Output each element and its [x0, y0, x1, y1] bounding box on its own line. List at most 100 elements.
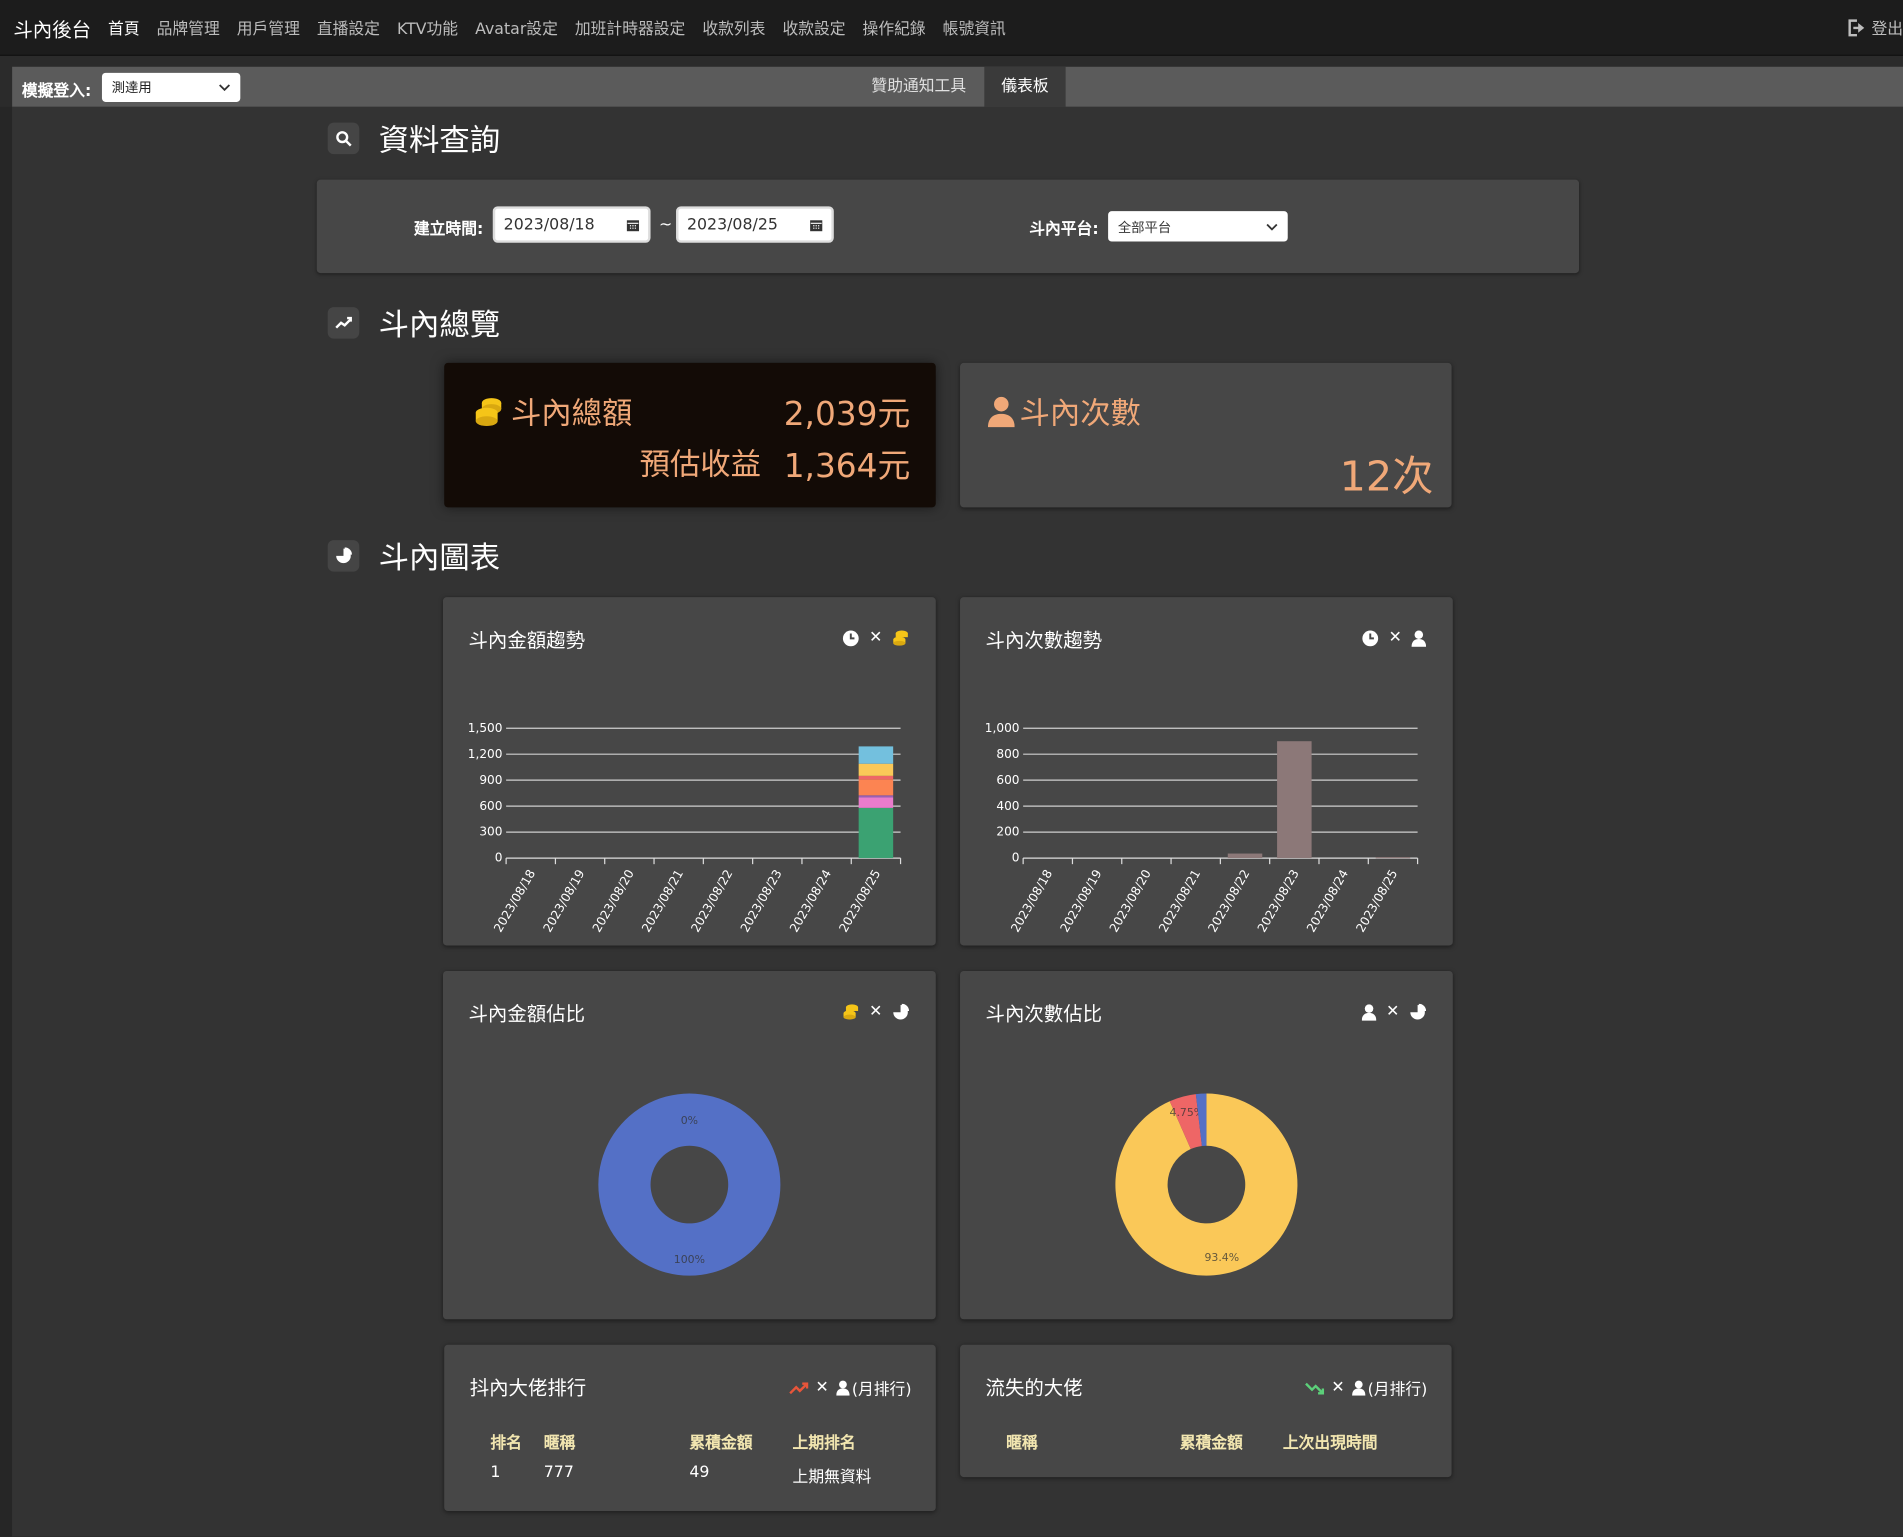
- platform-select[interactable]: 全部平台: [1108, 211, 1288, 242]
- x-tick-label: 2023/08/25: [1353, 867, 1400, 935]
- table-cell-rank: 1: [490, 1463, 501, 1482]
- x-tick-label: 2023/08/19: [1057, 867, 1104, 935]
- logout-label: 登出: [1871, 20, 1903, 39]
- nav-item-logs[interactable]: 操作紀錄: [863, 16, 926, 39]
- y-tick-label: 900: [479, 773, 502, 787]
- tab-dashboard[interactable]: 儀表板: [984, 66, 1066, 107]
- x-tick-label: 2023/08/21: [639, 867, 686, 935]
- x-tick-label: 2023/08/19: [540, 867, 587, 935]
- nickname-header: 暱稱: [543, 1434, 576, 1453]
- count-share-chart: 93.4%4.75%: [1115, 1093, 1298, 1276]
- table-cell-amount: 49: [689, 1463, 710, 1482]
- bar-segment: [1375, 857, 1411, 859]
- date-to-value: 2023/08/25: [686, 215, 778, 234]
- tab-donation-notify[interactable]: 贊助通知工具: [854, 67, 983, 107]
- sub-toolbar: 模擬登入: 測達用 贊助通知工具 儀表板: [12, 66, 1903, 107]
- amount-share-card: 斗內金額佔比 ✕ 100% 0%: [443, 970, 936, 1320]
- x-tick-label: 2023/08/22: [1205, 867, 1252, 935]
- y-tick-label: 0: [495, 851, 503, 865]
- chevron-down-icon: [219, 84, 231, 92]
- monthly-rank-label: (月排行): [851, 1381, 912, 1400]
- x-tick-label: 2023/08/24: [787, 867, 834, 935]
- monthly-rank-label: (月排行): [1367, 1381, 1428, 1400]
- bar-segment: [858, 807, 894, 859]
- nav-item-brand[interactable]: 品牌管理: [157, 16, 220, 39]
- left-gutter: [0, 106, 13, 1537]
- lost-donors-card: 流失的大佬 ✕ (月排行) 暱稱 累積金額 上次出現時間: [960, 1344, 1452, 1478]
- y-tick-label: 300: [479, 825, 502, 839]
- chevron-down-icon: [1266, 223, 1278, 230]
- nav-item-home[interactable]: 首頁: [108, 16, 140, 39]
- top-donors-card: 抖內大佬排行 ✕ (月排行) 排名 暱稱 累積金額 上期排名 1 777 49 …: [444, 1344, 936, 1512]
- bar-segment: [858, 775, 894, 780]
- top-donors-icons: ✕ (月排行): [789, 1376, 912, 1400]
- simulate-login-select[interactable]: 測達用: [101, 72, 241, 102]
- user-icon: [987, 396, 1015, 428]
- nav-item-ktv[interactable]: KTV功能: [397, 16, 458, 39]
- logout-icon: [1848, 18, 1865, 36]
- coins-icon: [475, 398, 502, 427]
- bar-segment: [858, 746, 894, 764]
- prev-rank-header: 上期排名: [792, 1434, 856, 1453]
- x-tick-label: 2023/08/21: [1156, 867, 1203, 935]
- nav-item-payment-settings[interactable]: 收款設定: [782, 16, 845, 39]
- donation-count-label-text: 斗內次數: [1019, 395, 1141, 431]
- date-to-input[interactable]: 2023/08/25: [676, 206, 834, 243]
- trend-up-icon: [789, 1381, 809, 1394]
- last-seen-header: 上次出現時間: [1282, 1434, 1378, 1453]
- y-tick-label: 1,200: [468, 747, 503, 761]
- nav-item-avatar[interactable]: Avatar設定: [475, 16, 558, 39]
- nav-item-account[interactable]: 帳號資訊: [943, 16, 1006, 39]
- estimated-revenue-value: 1,364元: [783, 447, 911, 486]
- lost-donors-title: 流失的大佬: [985, 1376, 1083, 1400]
- count-share-card: 斗內次數佔比 ✕ 93.4% 4.75%: [960, 970, 1453, 1320]
- nickname-header: 暱稱: [1006, 1434, 1038, 1453]
- bar-segment: [1277, 741, 1312, 859]
- trend-down-icon: [1305, 1382, 1325, 1394]
- y-tick-label: 400: [996, 799, 1019, 813]
- x-tick-label: 2023/08/20: [590, 867, 637, 935]
- bar-segment: [858, 797, 894, 808]
- total-amount-header: 累積金額: [1179, 1434, 1243, 1453]
- table-cell-prev-rank: 上期無資料: [792, 1468, 872, 1487]
- charts-section-title: 斗內圖表: [327, 534, 501, 578]
- nav-item-overtime[interactable]: 加班計時器設定: [575, 16, 685, 39]
- simulate-login-label: 模擬登入:: [21, 82, 92, 101]
- total-amount-card: 斗內總額 2,039元 預估收益 1,364元: [444, 362, 936, 508]
- total-amount-header: 累積金額: [689, 1434, 753, 1453]
- charts-title-text: 斗內圖表: [378, 540, 501, 576]
- nav-item-stream[interactable]: 直播設定: [317, 16, 380, 39]
- total-amount-value: 2,039元: [783, 395, 911, 434]
- y-tick-label: 1,000: [985, 721, 1020, 735]
- bar-segment: [858, 779, 894, 796]
- brand-title[interactable]: 斗內後台: [13, 13, 91, 42]
- logout-button[interactable]: 登出: [1847, 16, 1903, 39]
- date-from-input[interactable]: 2023/08/18: [492, 206, 651, 243]
- top-donors-title: 抖內大佬排行: [469, 1376, 587, 1400]
- y-tick-label: 0: [1012, 851, 1020, 865]
- bar-segment: [858, 795, 894, 798]
- bar-segment: [858, 763, 894, 776]
- x-tick-label: 2023/08/23: [1255, 867, 1302, 935]
- user-icon: [836, 1380, 850, 1396]
- nav-item-users[interactable]: 用戶管理: [237, 16, 300, 39]
- simulate-login-value: 測達用: [111, 80, 152, 96]
- y-tick-label: 600: [996, 773, 1019, 787]
- times-icon: ✕: [815, 1378, 829, 1397]
- calendar-icon: [810, 219, 823, 231]
- search-icon: [327, 122, 360, 155]
- donation-count-value: 12次: [1339, 452, 1434, 502]
- x-tick-label: 2023/08/22: [688, 867, 735, 935]
- nav-item-payments[interactable]: 收款列表: [702, 16, 765, 39]
- pie-label: 100%: [674, 1253, 705, 1266]
- platform-label: 斗內平台:: [1029, 220, 1099, 240]
- pie-chart-icon: [327, 540, 360, 572]
- amount-share-chart: 100% 0%: [598, 1093, 781, 1276]
- table-cell-nickname: 777: [543, 1463, 574, 1482]
- x-tick-label: 2023/08/23: [738, 867, 785, 935]
- amount-trend-card: 斗內金額趨勢 ✕ 0 300 600 900 1,200 1,500 2023/08/18 2…: [443, 597, 936, 946]
- top-navbar: 斗內後台 首頁 品牌管理 用戶管理 直播設定 KTV功能 Avatar設定 加班…: [0, 0, 1903, 56]
- y-tick-label: 800: [996, 747, 1019, 761]
- amount-trend-chart: 0 300 600 900 1,200 1,500 2023/08/18 2023/08/19…: [468, 721, 902, 935]
- y-tick-label: 1,500: [468, 721, 503, 735]
